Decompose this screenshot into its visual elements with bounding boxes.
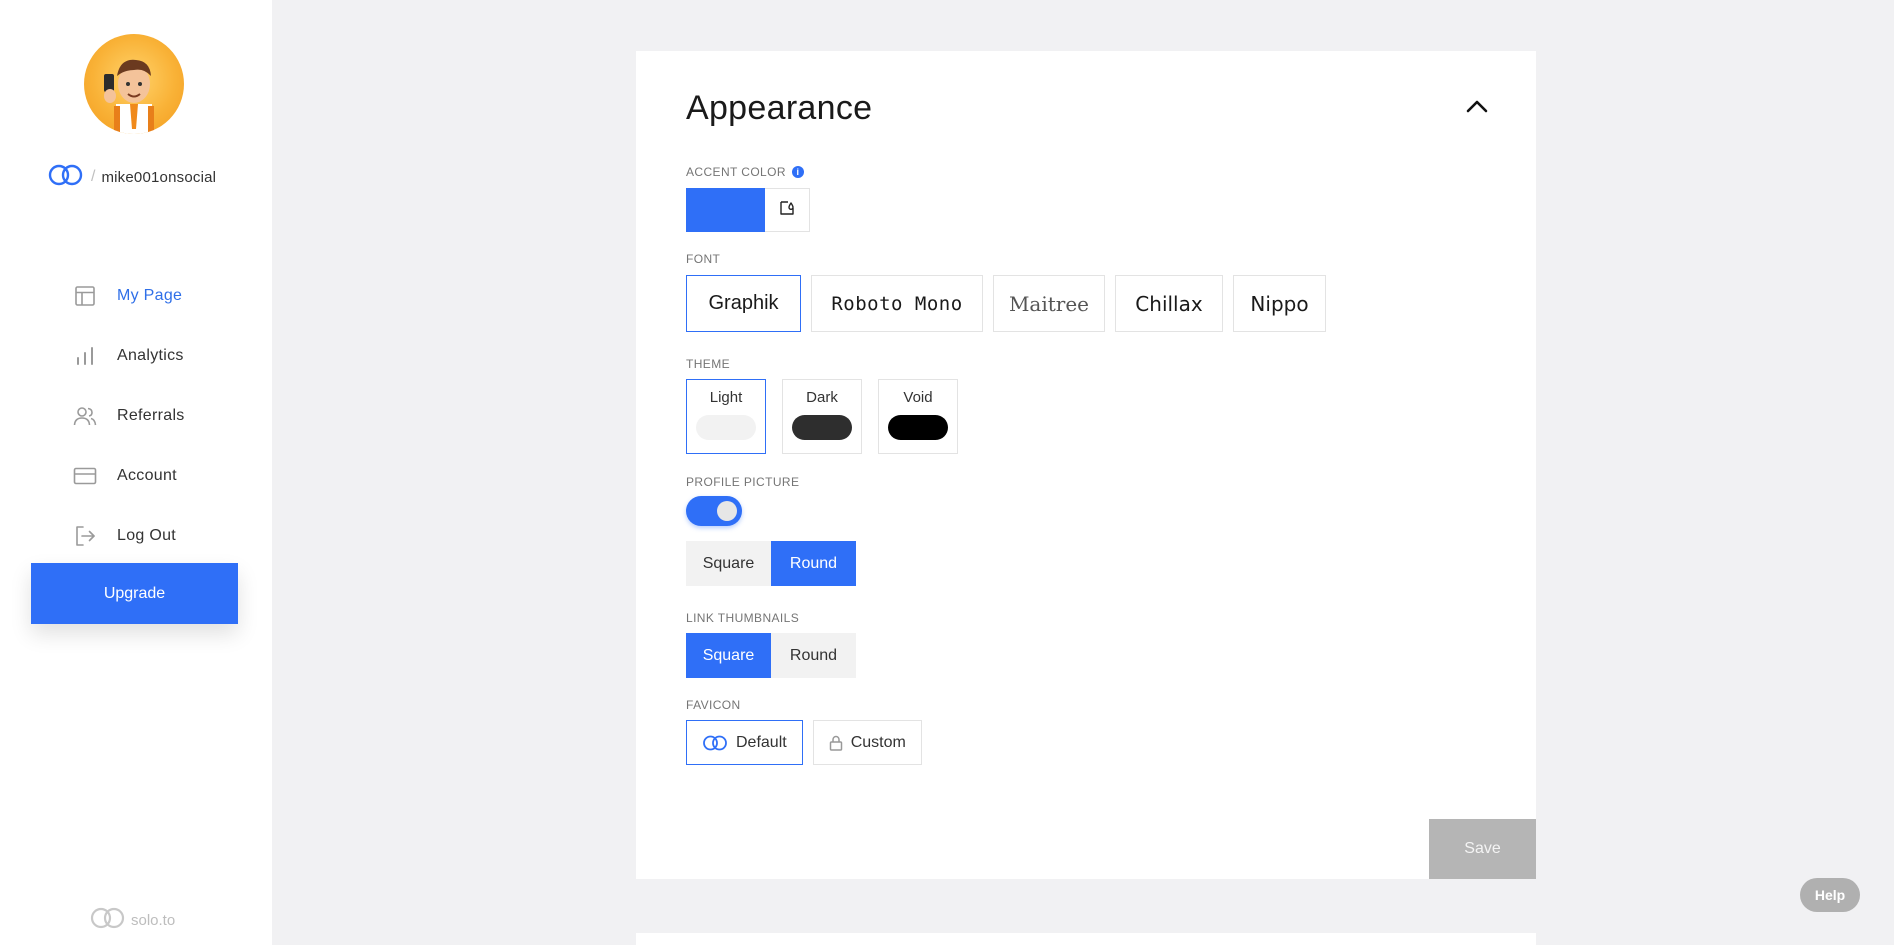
font-option-maitree[interactable]: Maitree <box>993 275 1105 332</box>
accent-color-swatch[interactable] <box>686 188 765 232</box>
theme-name: Light <box>709 389 743 406</box>
profile-picture-label: PROFILE PICTURE <box>686 475 800 489</box>
accent-color-control <box>686 188 810 232</box>
sidebar: / mike001onsocial My Page Analytics Refe… <box>0 0 272 945</box>
color-picker-button[interactable] <box>765 188 810 232</box>
help-button[interactable]: Help <box>1800 878 1860 912</box>
color-picker-icon <box>778 199 796 222</box>
sidebar-item-label: Analytics <box>117 347 184 364</box>
next-section-card <box>636 933 1536 945</box>
theme-options: Light Dark Void <box>686 379 958 454</box>
appearance-card: Appearance ACCENT COLOR i FONT Graphik R… <box>636 51 1536 879</box>
font-option-nippo[interactable]: Nippo <box>1233 275 1326 332</box>
theme-name: Void <box>903 389 933 406</box>
user-row: / mike001onsocial <box>47 163 216 191</box>
favicon-option-custom[interactable]: Custom <box>812 720 922 765</box>
favicon-option-label: Default <box>736 733 787 751</box>
save-button[interactable]: Save <box>1429 819 1536 879</box>
toggle-knob <box>717 501 737 521</box>
brand-footer[interactable]: solo.to <box>89 906 175 934</box>
theme-preview-pill <box>792 415 852 440</box>
sidebar-item-analytics[interactable]: Analytics <box>72 326 185 386</box>
upgrade-button[interactable]: Upgrade <box>31 563 238 624</box>
link-thumbnails-label: LINK THUMBNAILS <box>686 611 800 625</box>
credit-card-icon <box>72 463 98 489</box>
chevron-up-icon <box>1466 99 1488 118</box>
theme-option-dark[interactable]: Dark <box>782 379 862 454</box>
brand-name: solo.to <box>131 911 176 929</box>
theme-preview-pill <box>888 415 948 440</box>
profile-picture-shape: Square Round <box>686 541 856 586</box>
favicon-options: Default Custom <box>686 720 922 765</box>
logout-icon <box>72 523 98 549</box>
solo-logo-icon <box>702 734 728 752</box>
sidebar-item-account[interactable]: Account <box>72 446 185 506</box>
profile-shape-square[interactable]: Square <box>686 541 771 586</box>
favicon-option-label: Custom <box>850 733 906 751</box>
layout-icon <box>72 283 98 309</box>
sidebar-item-label: My Page <box>117 287 183 304</box>
solo-logo-icon <box>89 906 127 934</box>
sidebar-item-my-page[interactable]: My Page <box>72 266 185 326</box>
sidebar-item-label: Log Out <box>117 527 177 544</box>
font-label: FONT <box>686 252 721 266</box>
profile-shape-round[interactable]: Round <box>771 541 856 586</box>
theme-preview-pill <box>696 415 756 440</box>
theme-option-light[interactable]: Light <box>686 379 766 454</box>
users-icon <box>72 403 98 429</box>
accent-color-label: ACCENT COLOR i <box>686 165 804 179</box>
font-option-roboto-mono[interactable]: Roboto Mono <box>811 275 983 332</box>
sidebar-nav: My Page Analytics Referrals Account Log … <box>72 266 185 566</box>
collapse-button[interactable] <box>1462 93 1492 123</box>
thumbnail-shape-square[interactable]: Square <box>686 633 771 678</box>
accent-color-label-text: ACCENT COLOR <box>686 165 786 179</box>
page-title: Appearance <box>686 89 873 127</box>
sidebar-item-label: Referrals <box>117 407 185 424</box>
theme-option-void[interactable]: Void <box>878 379 958 454</box>
info-icon[interactable]: i <box>791 166 804 178</box>
font-option-graphik[interactable]: Graphik <box>686 275 801 332</box>
username: mike001onsocial <box>101 168 217 186</box>
thumbnail-shape-round[interactable]: Round <box>771 633 856 678</box>
sidebar-item-label: Account <box>117 467 177 484</box>
profile-picture-toggle[interactable] <box>686 496 742 526</box>
font-options: Graphik Roboto Mono Maitree Chillax Nipp… <box>686 275 1326 332</box>
link-thumbnails-shape: Square Round <box>686 633 856 678</box>
avatar-illustration <box>104 59 154 134</box>
favicon-label: FAVICON <box>686 698 741 712</box>
theme-label: THEME <box>686 357 730 371</box>
sidebar-item-log-out[interactable]: Log Out <box>72 506 185 566</box>
separator-slash: / <box>91 168 96 185</box>
lock-icon <box>829 735 843 751</box>
avatar[interactable] <box>84 34 184 134</box>
font-option-chillax[interactable]: Chillax <box>1115 275 1223 332</box>
sidebar-item-referrals[interactable]: Referrals <box>72 386 185 446</box>
bar-chart-icon <box>72 343 98 369</box>
favicon-option-default[interactable]: Default <box>686 720 803 765</box>
theme-name: Dark <box>806 389 838 406</box>
solo-logo-icon <box>47 163 85 192</box>
